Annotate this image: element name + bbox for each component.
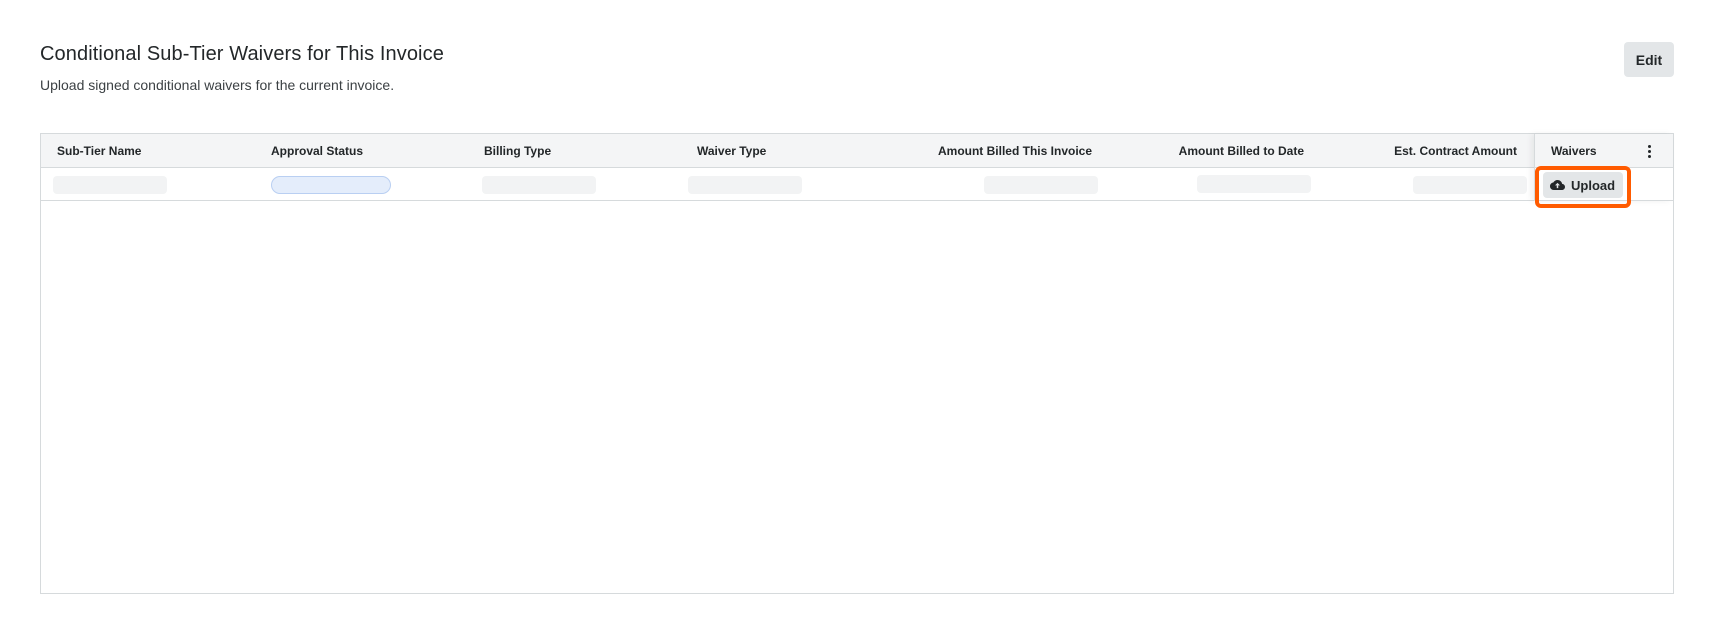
- column-header-est-contract-amount[interactable]: Est. Contract Amount: [1394, 134, 1517, 168]
- column-header-amount-billed-this-invoice[interactable]: Amount Billed This Invoice: [938, 134, 1092, 168]
- section-subtitle: Upload signed conditional waivers for th…: [40, 77, 395, 93]
- column-header-waiver-type[interactable]: Waiver Type: [697, 134, 766, 168]
- column-header-sub-tier-name[interactable]: Sub-Tier Name: [57, 134, 141, 168]
- column-header-amount-billed-to-date[interactable]: Amount Billed to Date: [1179, 134, 1304, 168]
- loading-placeholder-waiver-type: [688, 176, 802, 194]
- kebab-menu-icon[interactable]: [1641, 142, 1657, 160]
- loading-placeholder-approval-status: [271, 176, 391, 194]
- table-row: [41, 169, 1673, 201]
- loading-placeholder-sub-tier-name: [53, 176, 167, 194]
- edit-button[interactable]: Edit: [1624, 42, 1674, 77]
- upload-button-label: Upload: [1571, 177, 1616, 193]
- loading-placeholder-billing-type: [482, 176, 596, 194]
- column-header-billing-type[interactable]: Billing Type: [484, 134, 551, 168]
- column-header-approval-status[interactable]: Approval Status: [271, 134, 363, 168]
- table-header: Sub-Tier Name Approval Status Billing Ty…: [41, 134, 1673, 168]
- cloud-upload-icon: [1550, 180, 1565, 190]
- waivers-table: Sub-Tier Name Approval Status Billing Ty…: [40, 133, 1674, 594]
- loading-placeholder-amount-billed-this-invoice: [984, 176, 1098, 194]
- column-header-waivers: Waivers: [1551, 144, 1597, 158]
- loading-placeholder-amount-billed-to-date: [1197, 175, 1311, 193]
- upload-button[interactable]: Upload: [1543, 172, 1623, 198]
- section-header: Conditional Sub-Tier Waivers for This In…: [40, 42, 444, 94]
- section-title: Conditional Sub-Tier Waivers for This In…: [40, 43, 444, 65]
- loading-placeholder-est-contract-amount: [1413, 176, 1527, 194]
